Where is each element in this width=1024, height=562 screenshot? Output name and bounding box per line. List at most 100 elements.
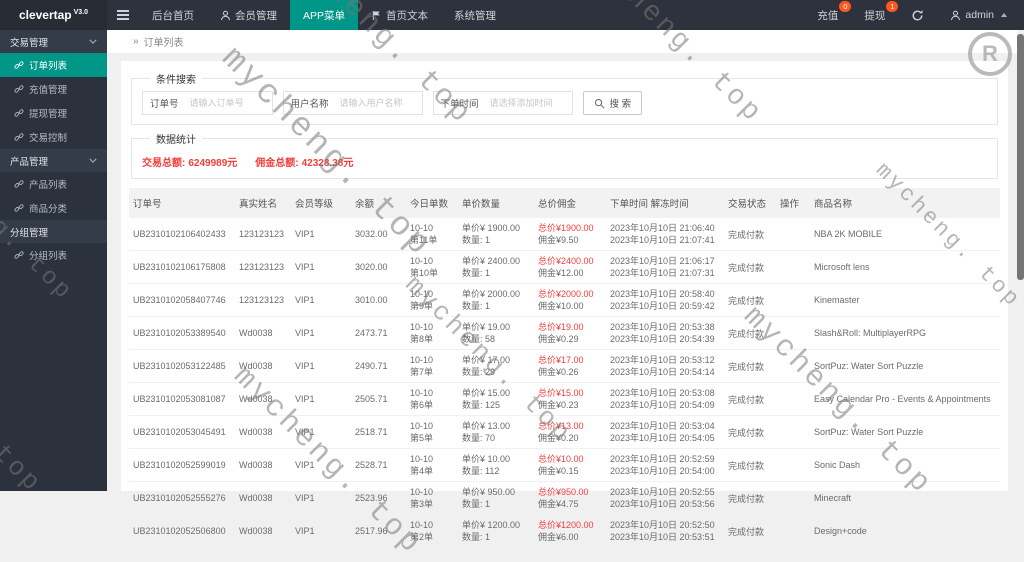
- col-header-balance: 余额: [351, 188, 406, 218]
- cell-vip-level: VIP1: [295, 295, 315, 305]
- stats-line: 交易总额: 6249989元 佣金总额: 42328.38元: [142, 151, 987, 169]
- order-time-input[interactable]: [485, 92, 572, 114]
- cell-unfreeze-time: 2023年10月10日 20:54:09: [610, 400, 715, 410]
- cell-order-no: UB2310102052506800: [133, 526, 226, 536]
- col-header-real-name: 真实姓名: [235, 188, 291, 218]
- cell-total-price: 总价¥19.00: [538, 322, 584, 332]
- admin-dropdown[interactable]: admin: [937, 0, 1020, 30]
- nav-label: 会员管理: [235, 9, 277, 22]
- sidebar-group-trade[interactable]: 交易管理: [0, 30, 107, 53]
- refresh-button[interactable]: [898, 0, 937, 30]
- cell-unfreeze-time: 2023年10月10日 21:07:41: [610, 235, 715, 245]
- main-content: » 订单列表 条件搜索 订单号 用户名称 下单时间: [107, 30, 1024, 548]
- cell-unit-price: 单价¥ 10.00: [462, 454, 511, 464]
- cell-commission: 佣金¥0.29: [538, 334, 579, 344]
- cell-quantity: 数量: 125: [462, 400, 501, 410]
- sidebar-item-order-list[interactable]: 订单列表: [0, 53, 107, 77]
- commission-total-value: 42328.38元: [301, 158, 354, 169]
- cell-commission: 佣金¥12.00: [538, 268, 584, 278]
- scrollbar-thumb[interactable]: [1017, 34, 1024, 280]
- withdraw-button[interactable]: 提现 1: [851, 0, 899, 30]
- search-legend: 条件搜索: [156, 75, 196, 86]
- recharge-label: 充值: [817, 9, 839, 22]
- trade-total-value: 6249989元: [188, 158, 238, 169]
- cell-status: 完成付款: [728, 262, 765, 273]
- cell-order-no: UB2310102106402433: [133, 229, 226, 239]
- cell-total-price: 总价¥950.00: [538, 487, 589, 497]
- cell-real-name: Wd0038: [239, 460, 273, 470]
- app-logo[interactable]: clevertap V3.0: [0, 0, 107, 30]
- cell-actions: [776, 448, 810, 482]
- cell-vip-level: VIP1: [295, 526, 315, 536]
- cell-order-no: UB2310102058407746: [133, 295, 226, 305]
- nav-label: 后台首页: [152, 9, 194, 22]
- cell-product: NBA 2K MOBILE: [814, 229, 883, 239]
- cell-quantity: 数量: 1: [462, 499, 491, 509]
- search-button-label: 搜 索: [609, 99, 632, 110]
- cell-seq: 第9单: [410, 301, 434, 311]
- sidebar-item-recharge-management[interactable]: 充值管理: [0, 77, 107, 101]
- commission-total-label: 佣金总额:: [255, 158, 299, 169]
- cell-seq: 第10单: [410, 268, 439, 278]
- sidebar-item-group-list[interactable]: 分组列表: [0, 243, 107, 267]
- chevron-down-icon: [89, 39, 97, 44]
- table-row: UB2310102052599019 Wd0038 VIP1 2528.71 1…: [129, 448, 1000, 482]
- sidebar-group-product[interactable]: 产品管理: [0, 149, 107, 172]
- cell-balance: 2490.71: [355, 361, 388, 371]
- cell-order-time: 2023年10月10日 21:06:17: [610, 256, 715, 266]
- sidebar-item-trade-control[interactable]: 交易控制: [0, 125, 107, 149]
- orders-table-wrap: 订单号 真实姓名 会员等级 余额 今日单数 单价数量 总价佣金 下单时间 解冻时…: [129, 188, 1000, 548]
- col-header-unit-qty: 单价数量: [458, 188, 534, 218]
- nav-item-backend-home[interactable]: 后台首页: [139, 0, 207, 30]
- link-icon: [14, 108, 24, 118]
- cell-quantity: 数量: 1: [462, 235, 491, 245]
- cell-actions: [776, 316, 810, 350]
- group-title: 产品管理: [10, 156, 49, 168]
- recharge-button[interactable]: 充值 0: [804, 0, 852, 30]
- cell-product: Minecraft: [814, 493, 852, 503]
- cell-commission: 佣金¥0.15: [538, 466, 579, 476]
- order-time-label: 下单时间: [440, 99, 479, 110]
- recharge-badge: 0: [839, 1, 852, 12]
- sidebar-group-grouping[interactable]: 分组管理: [0, 220, 107, 243]
- cell-order-no: UB2310102053045491: [133, 427, 226, 437]
- cell-order-no: UB2310102052599019: [133, 460, 226, 470]
- cell-status: 完成付款: [728, 526, 765, 537]
- sidebar-item-goods-category[interactable]: 商品分类: [0, 196, 107, 220]
- cell-total-price: 总价¥2400.00: [538, 256, 594, 266]
- cell-date: 10-10: [410, 256, 434, 266]
- nav-item-system-management[interactable]: 系统管理: [441, 0, 509, 30]
- breadcrumb-symbol: »: [133, 36, 139, 47]
- order-list-card: 条件搜索 订单号 用户名称 下单时间 搜 索: [121, 61, 1008, 548]
- table-row: UB2310102053045491 Wd0038 VIP1 2518.71 1…: [129, 415, 1000, 449]
- cell-quantity: 数量: 1: [462, 532, 491, 542]
- hamburger-menu-icon[interactable]: [107, 0, 139, 30]
- sidebar-item-product-list[interactable]: 产品列表: [0, 172, 107, 196]
- nav-item-home-text[interactable]: 首页文本: [358, 0, 441, 30]
- username-input[interactable]: [335, 92, 422, 114]
- cell-actions: [776, 415, 810, 449]
- refresh-icon: [911, 9, 924, 22]
- search-button[interactable]: 搜 索: [582, 91, 643, 115]
- cell-unfreeze-time: 2023年10月10日 20:53:51: [610, 532, 715, 542]
- cell-unit-price: 单价¥ 15.00: [462, 388, 511, 398]
- cell-unit-price: 单价¥ 1200.00: [462, 520, 521, 530]
- table-row: UB2310102053122485 Wd0038 VIP1 2490.71 1…: [129, 349, 1000, 383]
- cell-seq: 第4单: [410, 466, 434, 476]
- trade-total-label: 交易总额:: [142, 158, 186, 169]
- cell-total-price: 总价¥15.00: [538, 388, 584, 398]
- cell-actions: [776, 382, 810, 416]
- cell-balance: 2528.71: [355, 460, 388, 470]
- cell-date: 10-10: [410, 289, 434, 299]
- cell-total-price: 总价¥1900.00: [538, 223, 594, 233]
- cell-seq: 第6单: [410, 400, 434, 410]
- order-no-input[interactable]: [185, 92, 272, 114]
- sidebar-item-withdraw-management[interactable]: 提现管理: [0, 101, 107, 125]
- nav-item-app-menu[interactable]: APP菜单: [290, 0, 359, 30]
- cell-seq: 第7单: [410, 367, 434, 377]
- cell-product: Easy Calendar Pro - Events & Appointment…: [814, 394, 991, 404]
- group-title: 交易管理: [10, 37, 49, 49]
- cell-real-name: 123123123: [239, 262, 285, 272]
- cell-order-time: 2023年10月10日 20:52:55: [610, 487, 715, 497]
- nav-item-member-management[interactable]: 会员管理: [207, 0, 290, 30]
